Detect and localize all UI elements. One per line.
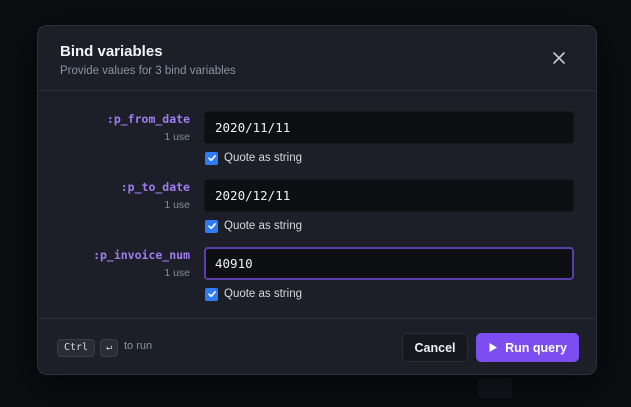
checkmark-icon — [207, 291, 216, 298]
variable-value-input[interactable] — [204, 179, 574, 212]
variable-row-p-invoice-num: :p_invoice_num 1 use Quote as string — [38, 228, 596, 301]
variable-row-p-to-date: :p_to_date 1 use Quote as string — [38, 160, 596, 233]
close-button[interactable] — [550, 49, 568, 67]
run-query-label: Run query — [505, 340, 567, 355]
dialog-header: Bind variables Provide values for 3 bind… — [38, 26, 596, 91]
quote-as-string-checkbox[interactable]: Quote as string — [205, 286, 302, 302]
dialog-subtitle: Provide values for 3 bind variables — [60, 65, 236, 77]
run-query-button[interactable]: Run query — [476, 333, 579, 362]
variable-use-count: 1 use — [164, 199, 190, 211]
variable-name: :p_invoice_num — [93, 248, 190, 262]
variable-use-count: 1 use — [164, 267, 190, 279]
variable-row-p-from-date: :p_from_date 1 use Quote as string — [38, 92, 596, 165]
variable-value-input[interactable] — [204, 247, 574, 280]
checkbox-checked[interactable] — [205, 287, 218, 301]
variable-name: :p_from_date — [106, 112, 190, 126]
checkbox-label: Quote as string — [224, 288, 302, 300]
ctrl-key-hint: Ctrl — [57, 339, 95, 357]
play-icon — [488, 342, 498, 353]
background-element — [478, 378, 512, 398]
bind-variables-dialog: Bind variables Provide values for 3 bind… — [37, 25, 597, 375]
variables-list: :p_from_date 1 use Quote as string :p_to… — [38, 92, 596, 318]
close-icon — [553, 52, 565, 64]
variable-use-count: 1 use — [164, 131, 190, 143]
variable-value-input[interactable] — [204, 111, 574, 144]
shortcut-hint-text: to run — [124, 340, 153, 352]
enter-key-hint: ↵ — [100, 339, 118, 357]
variable-name: :p_to_date — [120, 180, 190, 194]
cancel-button[interactable]: Cancel — [402, 333, 468, 362]
dialog-title: Bind variables — [60, 43, 163, 60]
dialog-footer: Ctrl ↵ to run Cancel Run query — [38, 318, 596, 374]
